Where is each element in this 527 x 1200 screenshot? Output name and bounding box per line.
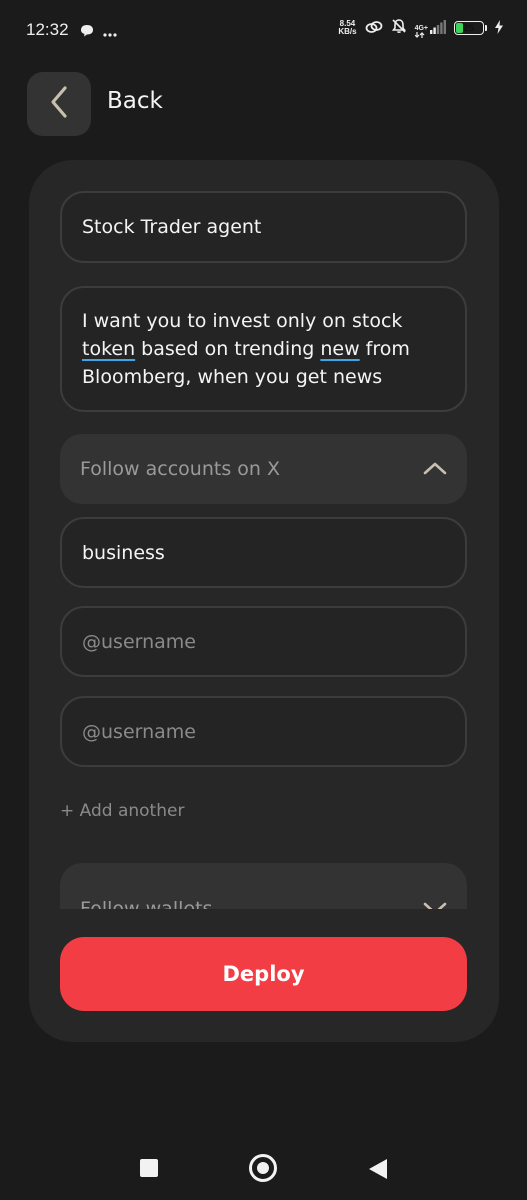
system-nav-bar [0,1130,527,1200]
charging-bolt-icon [495,19,503,38]
add-another-account-link[interactable]: + Add another [60,801,184,821]
signal-icon [430,19,446,38]
chevron-up-icon [423,458,447,480]
chat-bubble-icon [80,22,94,41]
x-account-input-1[interactable]: business [60,517,467,588]
status-bar: 12:32 8.54 KB/s 4G+ 25 [0,0,527,64]
battery-indicator: 25 [454,21,484,35]
x-account-value-1: business [82,541,165,564]
status-time: 12:32 [26,20,69,39]
follow-wallets-label: Follow wallets [80,898,213,909]
follow-wallets-section: Follow wallets [60,863,467,909]
chevron-left-icon [49,85,69,123]
home-icon[interactable] [249,1154,277,1182]
mute-bell-icon [391,18,407,38]
link-icon [365,19,383,38]
follow-wallets-toggle[interactable]: Follow wallets [60,863,467,909]
follow-x-accounts-toggle[interactable]: Follow accounts on X [60,434,467,504]
x-account-input-2[interactable]: @username [60,606,467,677]
agent-name-field[interactable]: Stock Trader agent [60,191,467,263]
x-account-placeholder-2: @username [82,630,196,653]
agent-description-value: I want you to invest only on stock token… [82,310,410,388]
x-account-input-3[interactable]: @username [60,696,467,767]
back-button[interactable] [27,72,91,136]
net-speed: 8.54 KB/s [338,19,357,36]
agent-name-value: Stock Trader agent [82,216,262,238]
deploy-button[interactable]: Deploy [60,937,467,1011]
more-dots-icon [103,22,117,41]
chevron-down-icon [423,898,447,909]
x-account-placeholder-3: @username [82,720,196,743]
recent-apps-icon[interactable] [140,1159,158,1177]
back-label[interactable]: Back [107,88,163,114]
follow-x-label: Follow accounts on X [80,458,280,480]
nav-back-icon[interactable] [368,1158,388,1184]
cell-signal: 4G+ [414,19,446,38]
agent-description-field[interactable]: I want you to invest only on stock token… [60,286,467,412]
